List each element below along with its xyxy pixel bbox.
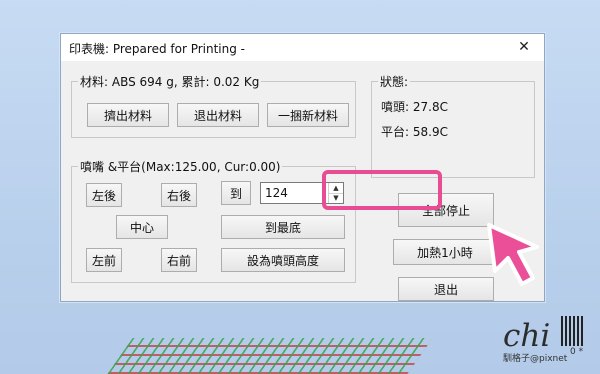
left-back-button[interactable]: 左後 (86, 183, 122, 207)
highlight-box (322, 170, 442, 210)
title-bar: 印表機: Prepared for Printing - ✕ (61, 34, 544, 61)
goto-button[interactable]: 到 (221, 181, 251, 205)
goto-value[interactable]: 124 (265, 186, 288, 200)
left-front-button[interactable]: 左前 (86, 248, 122, 272)
watermark-caption: 馴格子@pixnet (503, 354, 568, 364)
status-label: 狀態: (378, 73, 411, 90)
to-bottom-button[interactable]: 到最底 (221, 215, 345, 239)
watermark: chi 0 * 馴格子@pixnet (503, 316, 595, 368)
dialog-content: 材料: ABS 694 g, 累計: 0.02 Kg 擠出材料 退出材料 一捆新… (61, 61, 544, 301)
nozzle-temperature: 噴頭: 27.8C (381, 100, 448, 114)
center-button[interactable]: 中心 (116, 215, 168, 239)
material-label: 材料: ABS 694 g, 累計: 0.02 Kg (78, 73, 262, 90)
pointer-cursor-icon (487, 223, 539, 286)
watermark-brand: chi (503, 318, 551, 354)
print-bed-grid (107, 338, 433, 374)
new-spool-button[interactable]: 一捆新材料 (267, 103, 349, 127)
platform-temperature: 平台: 58.9C (381, 125, 448, 139)
withdraw-material-button[interactable]: 退出材料 (177, 103, 259, 127)
close-icon[interactable]: ✕ (512, 37, 536, 57)
extrude-material-button[interactable]: 擠出材料 (87, 103, 169, 127)
watermark-code: 0 * (570, 347, 584, 357)
exit-button[interactable]: 退出 (398, 277, 494, 301)
heat-1-hour-button[interactable]: 加熱1小時 (393, 239, 497, 265)
right-back-button[interactable]: 右後 (161, 183, 197, 207)
nozzle-platform-label: 噴嘴 &平台(Max:125.00, Cur:0.00) (78, 158, 283, 175)
watermark-barcode-icon (561, 316, 585, 346)
printer-dialog: 印表機: Prepared for Printing - ✕ 材料: ABS 6… (60, 33, 545, 302)
set-nozzle-height-button[interactable]: 設為噴頭高度 (221, 248, 345, 272)
right-front-button[interactable]: 右前 (161, 248, 197, 272)
window-title: 印表機: Prepared for Printing - (69, 42, 246, 56)
